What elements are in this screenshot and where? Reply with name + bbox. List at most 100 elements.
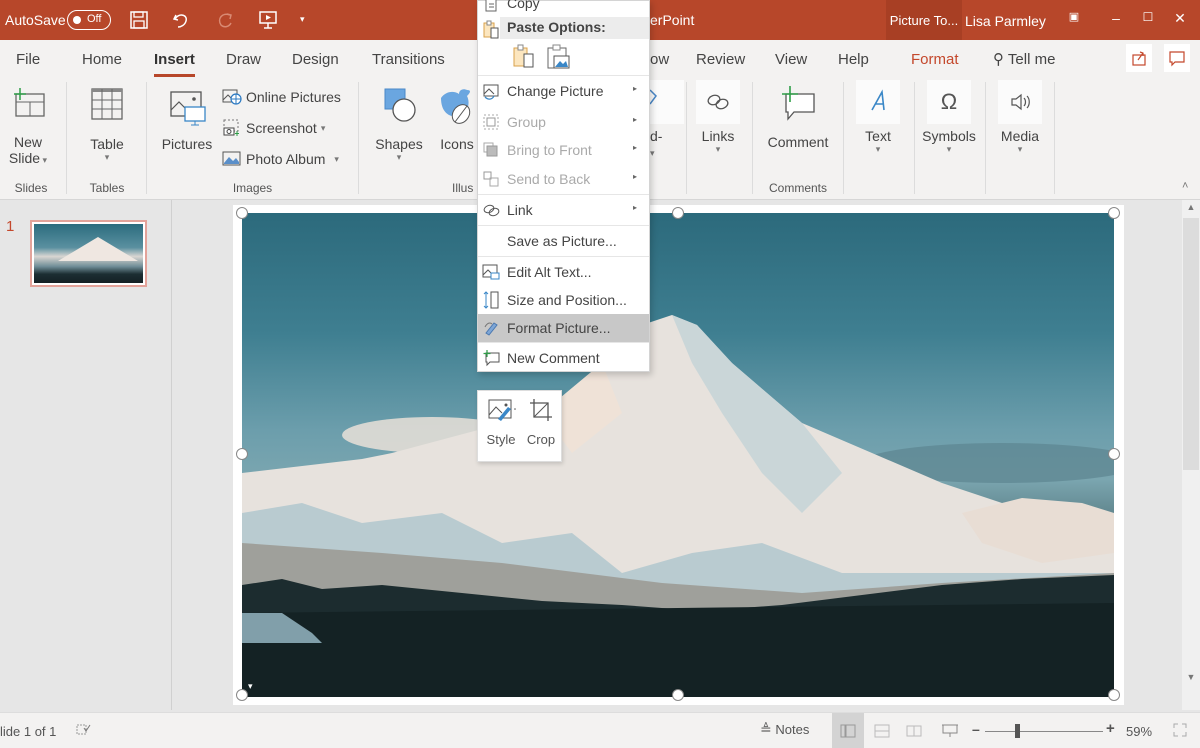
menu-item-edit-alt-text[interactable]: Edit Alt Text...	[478, 258, 649, 286]
tab-help[interactable]: Help	[838, 51, 869, 68]
picture-style-button[interactable]: Style	[481, 397, 521, 447]
screenshot-button[interactable]: Screenshot ▾	[222, 119, 325, 137]
slide[interactable]: ▾	[233, 205, 1124, 705]
redo-icon[interactable]	[214, 9, 236, 31]
scrollbar-thumb[interactable]	[1183, 218, 1199, 470]
menu-item-new-comment[interactable]: New Comment	[478, 344, 649, 372]
addins-icon	[649, 89, 657, 105]
slide-thumbnail[interactable]	[30, 220, 147, 287]
tab-draw[interactable]: Draw	[226, 51, 261, 68]
comment-button[interactable]: Comment	[762, 84, 834, 150]
symbols-button[interactable]: Symbols ▾	[917, 128, 981, 155]
ribbon-display-options-icon[interactable]: ▣	[1064, 10, 1084, 30]
tab-format[interactable]: Format	[911, 51, 959, 68]
tab-transitions[interactable]: Transitions	[372, 51, 445, 68]
minimize-icon[interactable]: –	[1106, 10, 1126, 30]
pictures-button[interactable]: Pictures	[160, 88, 214, 152]
reading-view-button[interactable]	[898, 713, 930, 748]
toggle-knob	[73, 16, 81, 24]
resize-handle-bottom-right[interactable]	[1108, 689, 1120, 701]
notes-button[interactable]: ≜ Notes	[760, 721, 809, 738]
submenu-arrow-icon: ▸	[632, 115, 637, 124]
tell-me-search[interactable]: ⚲ Tell me	[993, 50, 1055, 68]
collapse-ribbon-icon[interactable]: ˄	[1182, 180, 1188, 192]
tab-design[interactable]: Design	[292, 51, 339, 68]
zoom-slider[interactable]	[985, 731, 1103, 732]
menu-item-format-picture[interactable]: Format Picture...	[478, 314, 649, 342]
save-icon[interactable]	[128, 9, 150, 31]
share-button[interactable]	[1126, 44, 1152, 72]
tab-slideshow[interactable]: ow	[650, 51, 669, 68]
slides-pane: 1	[0, 200, 172, 710]
zoom-in-button[interactable]: +	[1106, 720, 1115, 737]
undo-icon[interactable]	[170, 9, 192, 31]
close-icon[interactable]: ✕	[1170, 10, 1190, 30]
paste-as-picture[interactable]	[546, 43, 572, 76]
vertical-scrollbar[interactable]: ▲ ▼	[1182, 200, 1200, 710]
icons-button[interactable]: Icons	[436, 86, 478, 152]
addins-dropdown[interactable]: ▾	[650, 148, 655, 159]
zoom-level[interactable]: 59%	[1126, 724, 1152, 739]
text-icon-box[interactable]	[856, 80, 900, 124]
bring-to-front-icon	[483, 142, 498, 157]
resize-handle-bottom-left[interactable]	[236, 689, 248, 701]
group-separator	[914, 82, 915, 194]
tab-home[interactable]: Home	[82, 51, 122, 68]
submenu-arrow-icon: ▸	[632, 203, 637, 212]
resize-handle-right[interactable]	[1108, 448, 1120, 460]
online-pictures-button[interactable]: Online Pictures	[222, 88, 341, 106]
autosave-toggle[interactable]: Off	[67, 10, 111, 30]
paste-keep-source-formatting[interactable]	[512, 43, 536, 74]
menu-item-size-and-position[interactable]: Size and Position...	[478, 286, 649, 314]
mountain-picture[interactable]: ▾	[242, 213, 1114, 697]
menu-item-link[interactable]: Link ▸	[478, 196, 649, 224]
resize-handle-left[interactable]	[236, 448, 248, 460]
links-icon	[707, 94, 729, 110]
text-button[interactable]: Text ▾	[850, 128, 906, 155]
addins-label[interactable]: d-	[650, 128, 662, 144]
symbols-icon-box[interactable]: Ω	[927, 80, 971, 124]
comments-button[interactable]	[1164, 44, 1190, 72]
links-button[interactable]: Links ▾	[690, 128, 746, 155]
shapes-button[interactable]: Shapes ▾	[374, 86, 424, 163]
tab-review[interactable]: Review	[696, 51, 745, 68]
tab-file[interactable]: File	[16, 51, 40, 68]
copy-icon	[485, 0, 497, 12]
zoom-slider-thumb[interactable]	[1015, 724, 1020, 738]
scroll-up-icon[interactable]: ▲	[1182, 202, 1200, 218]
slideshow-view-button[interactable]	[934, 713, 966, 748]
media-icon-box[interactable]	[998, 80, 1042, 124]
resize-handle-bottom[interactable]	[672, 689, 684, 701]
photo-album-button[interactable]: Photo Album ▾	[222, 150, 339, 168]
resize-handle-top-left[interactable]	[236, 207, 248, 219]
animation-indicator-icon: ▾	[248, 681, 253, 691]
accessibility-check-icon[interactable]	[76, 722, 92, 739]
menu-item-send-to-back[interactable]: Send to Back ▸	[478, 165, 649, 193]
table-button[interactable]: Table ▾	[84, 86, 130, 163]
send-to-back-icon	[483, 171, 499, 187]
normal-view-button[interactable]	[832, 713, 864, 748]
menu-item-group[interactable]: Group ▸	[478, 108, 649, 136]
menu-item-copy[interactable]: Copy	[478, 0, 649, 17]
new-slide-button[interactable]: New Slide ▾	[6, 86, 50, 166]
outline-view-button[interactable]	[866, 713, 898, 748]
links-icon-box[interactable]	[696, 80, 740, 124]
scroll-down-icon[interactable]: ▼	[1182, 672, 1200, 688]
addins-icon-box[interactable]	[649, 80, 684, 124]
resize-handle-top[interactable]	[672, 207, 684, 219]
picture-tools-title: Picture To...	[886, 0, 962, 40]
crop-button[interactable]: Crop	[521, 397, 561, 447]
menu-item-change-picture[interactable]: Change Picture ▸	[478, 77, 649, 105]
user-name[interactable]: Lisa Parmley	[965, 13, 1046, 29]
start-from-beginning-icon[interactable]	[257, 9, 279, 31]
tab-insert[interactable]: Insert	[154, 51, 195, 77]
resize-handle-top-right[interactable]	[1108, 207, 1120, 219]
tab-view[interactable]: View	[775, 51, 807, 68]
menu-item-save-as-picture[interactable]: Save as Picture...	[478, 227, 649, 255]
menu-item-bring-to-front[interactable]: Bring to Front ▸	[478, 136, 649, 164]
maximize-icon[interactable]: ☐	[1138, 10, 1158, 30]
media-button[interactable]: Media ▾	[990, 128, 1050, 155]
customize-qat-icon[interactable]: ▾	[300, 14, 322, 36]
fit-slide-icon[interactable]	[1172, 722, 1188, 741]
zoom-out-button[interactable]: –	[972, 721, 980, 737]
